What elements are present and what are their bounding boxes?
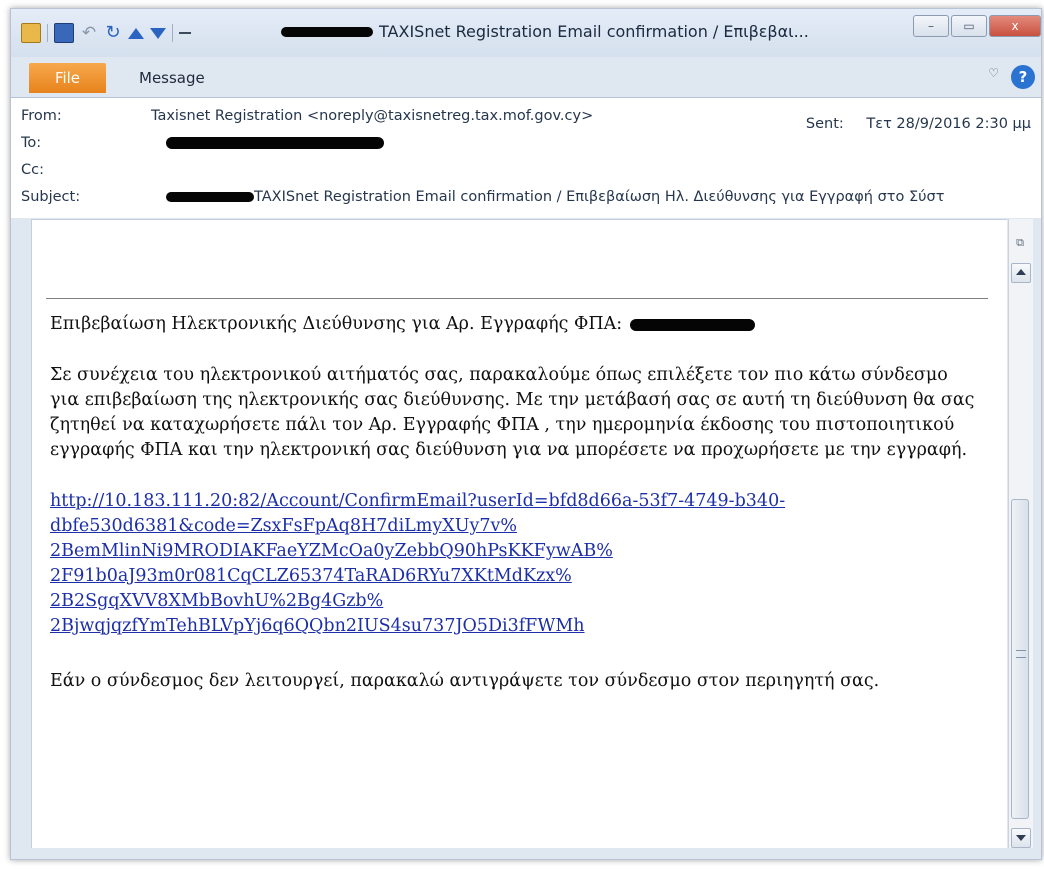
minimize-ribbon-icon[interactable]: ♡ <box>988 66 999 80</box>
subject-row: Subject: TAXISnet Registration Email con… <box>21 189 944 205</box>
close-button[interactable]: x <box>989 15 1041 37</box>
window-title: TAXISnet Registration Email confirmation… <box>281 22 809 41</box>
link-line[interactable]: 2BjwqjqzfYmTehBLVpYj6q6QQbn2IUS4su737JO5… <box>50 614 980 639</box>
sent-row: Sent: Τετ 28/9/2016 2:30 μμ <box>806 116 1031 132</box>
help-icon[interactable]: ? <box>1011 65 1035 89</box>
sent-label: Sent: <box>805 116 844 132</box>
save-icon[interactable] <box>54 23 74 43</box>
message-content: Επιβεβαίωση Ηλεκτρονικής Διεύθυνσης για … <box>50 312 980 694</box>
cc-label: Cc: <box>21 162 44 178</box>
message-body: Επιβεβαίωση Ηλεκτρονικής Διεύθυνσης για … <box>31 219 1007 851</box>
footer-note: Εάν ο σύνδεσμος δεν λειτουργεί, παρακαλώ… <box>50 671 880 691</box>
confirmation-link[interactable]: http://10.183.111.20:82/Account/ConfirmE… <box>50 489 980 639</box>
heading-text: Επιβεβαίωση Ηλεκτρονικής Διεύθυνσης για … <box>50 314 623 334</box>
outlook-message-window: ↶ ↻ TAXISnet Registration Email confirma… <box>10 8 1042 860</box>
ribbon-tabs: File Message ♡ ? <box>11 57 1041 98</box>
divider <box>46 298 988 299</box>
scroll-down-button[interactable] <box>1011 828 1031 848</box>
scroll-up-button[interactable] <box>1011 263 1031 283</box>
redacted-block <box>281 26 373 37</box>
grip-icon <box>1016 650 1026 658</box>
redacted-recipient <box>166 137 384 149</box>
confirmation-heading: Επιβεβαίωση Ηλεκτρονικής Διεύθυνσης για … <box>50 312 980 337</box>
instructions-paragraph: Σε συνέχεια του ηλεκτρονικού αιτήματός σ… <box>50 365 975 460</box>
window-controls: – ▭ x <box>913 15 1041 37</box>
link-line[interactable]: 2BemMlinNi9MRODIAKFaeYZMcOa0yZebbQ90hPsK… <box>50 539 980 564</box>
customize-toolbar-icon[interactable] <box>179 32 191 34</box>
cc-row: Cc: <box>21 162 151 178</box>
from-row: From: Taxisnet Registration <noreply@tax… <box>21 108 593 124</box>
subject-value: TAXISnet Registration Email confirmation… <box>254 189 945 205</box>
from-value[interactable]: Taxisnet Registration <noreply@taxisnetr… <box>151 108 593 124</box>
to-row: To: <box>21 135 384 151</box>
minimize-button[interactable]: – <box>913 15 949 37</box>
previous-item-icon[interactable] <box>128 27 144 39</box>
link-line[interactable]: dbfe530d6381&code=ZsxFsFpAq8H7diLmyXUy7v… <box>50 514 980 539</box>
to-label: To: <box>21 135 42 151</box>
vertical-scrollbar[interactable]: ⧉ <box>1008 219 1033 850</box>
link-line[interactable]: http://10.183.111.20:82/Account/ConfirmE… <box>50 489 980 514</box>
subject-label: Subject: <box>21 189 81 205</box>
title-bar: ↶ ↻ TAXISnet Registration Email confirma… <box>11 9 1041 57</box>
redo-icon[interactable]: ↻ <box>104 24 122 42</box>
sent-value: Τετ 28/9/2016 2:30 μμ <box>866 116 1031 132</box>
next-item-icon[interactable] <box>150 27 166 39</box>
scroll-thumb[interactable] <box>1011 499 1029 819</box>
mail-icon <box>21 23 41 43</box>
tab-file[interactable]: File <box>29 63 106 93</box>
toolbar-separator <box>172 24 173 42</box>
redacted-subject-prefix <box>166 192 254 202</box>
message-headers: From: Taxisnet Registration <noreply@tax… <box>11 98 1041 218</box>
tab-message[interactable]: Message <box>139 63 205 93</box>
context-icon[interactable]: ⧉ <box>1011 233 1029 253</box>
from-label: From: <box>21 108 62 124</box>
quick-access-toolbar: ↶ ↻ <box>21 23 191 43</box>
maximize-button[interactable]: ▭ <box>951 15 987 37</box>
redacted-vat-number <box>629 318 755 331</box>
window-title-text: TAXISnet Registration Email confirmation… <box>379 22 809 41</box>
link-line[interactable]: 2B2SgqXVV8XMbBovhU%2Bg4Gzb% <box>50 589 980 614</box>
window-bottom-edge <box>11 848 1041 859</box>
undo-icon[interactable]: ↶ <box>80 24 98 42</box>
link-line[interactable]: 2F91b0aJ93m0r081CqCLZ65374TaRAD6RYu7XKtM… <box>50 564 980 589</box>
toolbar-separator <box>47 24 48 42</box>
